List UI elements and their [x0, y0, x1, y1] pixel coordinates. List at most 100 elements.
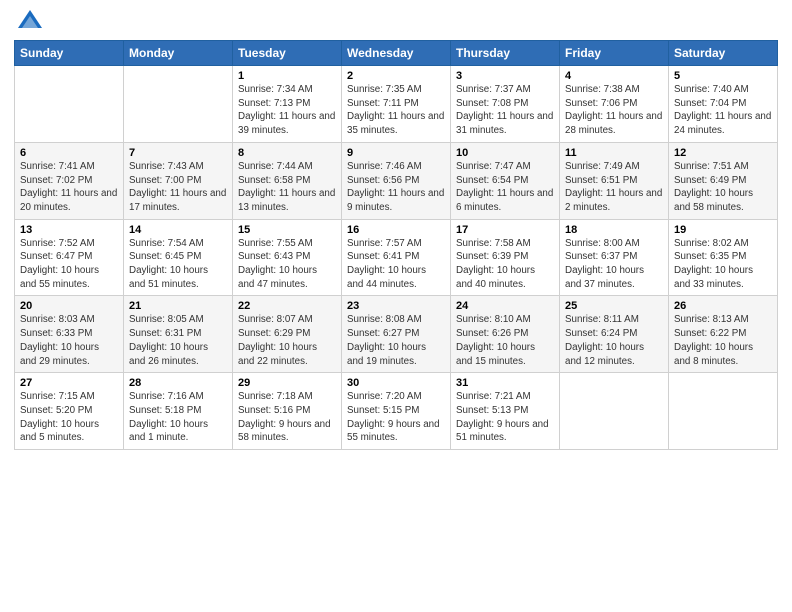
day-info: Sunrise: 7:54 AMSunset: 6:45 PMDaylight:… — [129, 237, 227, 292]
column-header-thursday: Thursday — [451, 41, 560, 66]
day-number: 6 — [20, 147, 118, 159]
day-cell: 3Sunrise: 7:37 AMSunset: 7:08 PMDaylight… — [451, 66, 560, 143]
day-info: Sunrise: 7:16 AMSunset: 5:18 PMDaylight:… — [129, 390, 227, 445]
day-info: Sunrise: 7:18 AMSunset: 5:16 PMDaylight:… — [238, 390, 336, 445]
day-number: 10 — [456, 147, 554, 159]
day-info: Sunrise: 7:20 AMSunset: 5:15 PMDaylight:… — [347, 390, 445, 445]
day-cell: 28Sunrise: 7:16 AMSunset: 5:18 PMDayligh… — [124, 373, 233, 450]
day-cell: 27Sunrise: 7:15 AMSunset: 5:20 PMDayligh… — [15, 373, 124, 450]
day-number: 28 — [129, 377, 227, 389]
day-cell: 13Sunrise: 7:52 AMSunset: 6:47 PMDayligh… — [15, 219, 124, 296]
column-header-wednesday: Wednesday — [342, 41, 451, 66]
day-info: Sunrise: 7:55 AMSunset: 6:43 PMDaylight:… — [238, 237, 336, 292]
day-cell: 15Sunrise: 7:55 AMSunset: 6:43 PMDayligh… — [233, 219, 342, 296]
calendar-header-row: SundayMondayTuesdayWednesdayThursdayFrid… — [15, 41, 778, 66]
day-info: Sunrise: 7:35 AMSunset: 7:11 PMDaylight:… — [347, 83, 445, 138]
day-info: Sunrise: 8:10 AMSunset: 6:26 PMDaylight:… — [456, 313, 554, 368]
day-cell: 20Sunrise: 8:03 AMSunset: 6:33 PMDayligh… — [15, 296, 124, 373]
day-cell: 29Sunrise: 7:18 AMSunset: 5:16 PMDayligh… — [233, 373, 342, 450]
day-cell: 5Sunrise: 7:40 AMSunset: 7:04 PMDaylight… — [669, 66, 778, 143]
day-number: 29 — [238, 377, 336, 389]
day-info: Sunrise: 7:47 AMSunset: 6:54 PMDaylight:… — [456, 160, 554, 215]
week-row-5: 27Sunrise: 7:15 AMSunset: 5:20 PMDayligh… — [15, 373, 778, 450]
day-number: 12 — [674, 147, 772, 159]
day-number: 26 — [674, 300, 772, 312]
day-cell — [669, 373, 778, 450]
day-info: Sunrise: 7:34 AMSunset: 7:13 PMDaylight:… — [238, 83, 336, 138]
day-number: 21 — [129, 300, 227, 312]
day-info: Sunrise: 8:11 AMSunset: 6:24 PMDaylight:… — [565, 313, 663, 368]
day-number: 17 — [456, 224, 554, 236]
day-number: 16 — [347, 224, 445, 236]
day-info: Sunrise: 7:43 AMSunset: 7:00 PMDaylight:… — [129, 160, 227, 215]
day-cell: 14Sunrise: 7:54 AMSunset: 6:45 PMDayligh… — [124, 219, 233, 296]
column-header-saturday: Saturday — [669, 41, 778, 66]
logo-icon — [16, 6, 44, 34]
day-cell — [15, 66, 124, 143]
day-cell: 31Sunrise: 7:21 AMSunset: 5:13 PMDayligh… — [451, 373, 560, 450]
day-info: Sunrise: 8:00 AMSunset: 6:37 PMDaylight:… — [565, 237, 663, 292]
page: SundayMondayTuesdayWednesdayThursdayFrid… — [0, 0, 792, 612]
day-info: Sunrise: 8:03 AMSunset: 6:33 PMDaylight:… — [20, 313, 118, 368]
day-info: Sunrise: 7:40 AMSunset: 7:04 PMDaylight:… — [674, 83, 772, 138]
day-number: 11 — [565, 147, 663, 159]
day-info: Sunrise: 8:13 AMSunset: 6:22 PMDaylight:… — [674, 313, 772, 368]
day-info: Sunrise: 8:05 AMSunset: 6:31 PMDaylight:… — [129, 313, 227, 368]
day-cell: 30Sunrise: 7:20 AMSunset: 5:15 PMDayligh… — [342, 373, 451, 450]
day-number: 31 — [456, 377, 554, 389]
day-cell: 23Sunrise: 8:08 AMSunset: 6:27 PMDayligh… — [342, 296, 451, 373]
day-cell: 10Sunrise: 7:47 AMSunset: 6:54 PMDayligh… — [451, 142, 560, 219]
day-cell: 18Sunrise: 8:00 AMSunset: 6:37 PMDayligh… — [560, 219, 669, 296]
day-info: Sunrise: 7:52 AMSunset: 6:47 PMDaylight:… — [20, 237, 118, 292]
day-cell: 9Sunrise: 7:46 AMSunset: 6:56 PMDaylight… — [342, 142, 451, 219]
day-info: Sunrise: 7:37 AMSunset: 7:08 PMDaylight:… — [456, 83, 554, 138]
day-info: Sunrise: 7:58 AMSunset: 6:39 PMDaylight:… — [456, 237, 554, 292]
day-number: 2 — [347, 70, 445, 82]
day-cell: 22Sunrise: 8:07 AMSunset: 6:29 PMDayligh… — [233, 296, 342, 373]
week-row-2: 6Sunrise: 7:41 AMSunset: 7:02 PMDaylight… — [15, 142, 778, 219]
day-number: 18 — [565, 224, 663, 236]
day-number: 24 — [456, 300, 554, 312]
day-number: 7 — [129, 147, 227, 159]
day-cell: 6Sunrise: 7:41 AMSunset: 7:02 PMDaylight… — [15, 142, 124, 219]
day-cell: 4Sunrise: 7:38 AMSunset: 7:06 PMDaylight… — [560, 66, 669, 143]
day-info: Sunrise: 7:44 AMSunset: 6:58 PMDaylight:… — [238, 160, 336, 215]
day-number: 27 — [20, 377, 118, 389]
day-cell: 21Sunrise: 8:05 AMSunset: 6:31 PMDayligh… — [124, 296, 233, 373]
day-cell: 8Sunrise: 7:44 AMSunset: 6:58 PMDaylight… — [233, 142, 342, 219]
day-number: 20 — [20, 300, 118, 312]
day-info: Sunrise: 7:49 AMSunset: 6:51 PMDaylight:… — [565, 160, 663, 215]
week-row-1: 1Sunrise: 7:34 AMSunset: 7:13 PMDaylight… — [15, 66, 778, 143]
day-info: Sunrise: 8:08 AMSunset: 6:27 PMDaylight:… — [347, 313, 445, 368]
day-info: Sunrise: 7:57 AMSunset: 6:41 PMDaylight:… — [347, 237, 445, 292]
day-number: 19 — [674, 224, 772, 236]
day-cell: 24Sunrise: 8:10 AMSunset: 6:26 PMDayligh… — [451, 296, 560, 373]
day-cell: 17Sunrise: 7:58 AMSunset: 6:39 PMDayligh… — [451, 219, 560, 296]
day-cell: 25Sunrise: 8:11 AMSunset: 6:24 PMDayligh… — [560, 296, 669, 373]
day-cell — [560, 373, 669, 450]
day-cell: 16Sunrise: 7:57 AMSunset: 6:41 PMDayligh… — [342, 219, 451, 296]
header — [14, 10, 778, 34]
day-number: 25 — [565, 300, 663, 312]
column-header-sunday: Sunday — [15, 41, 124, 66]
day-info: Sunrise: 7:38 AMSunset: 7:06 PMDaylight:… — [565, 83, 663, 138]
day-cell: 2Sunrise: 7:35 AMSunset: 7:11 PMDaylight… — [342, 66, 451, 143]
day-number: 3 — [456, 70, 554, 82]
day-number: 15 — [238, 224, 336, 236]
day-info: Sunrise: 7:41 AMSunset: 7:02 PMDaylight:… — [20, 160, 118, 215]
calendar-table: SundayMondayTuesdayWednesdayThursdayFrid… — [14, 40, 778, 450]
day-cell: 1Sunrise: 7:34 AMSunset: 7:13 PMDaylight… — [233, 66, 342, 143]
day-cell: 7Sunrise: 7:43 AMSunset: 7:00 PMDaylight… — [124, 142, 233, 219]
column-header-friday: Friday — [560, 41, 669, 66]
day-info: Sunrise: 7:51 AMSunset: 6:49 PMDaylight:… — [674, 160, 772, 215]
day-info: Sunrise: 7:15 AMSunset: 5:20 PMDaylight:… — [20, 390, 118, 445]
day-cell: 12Sunrise: 7:51 AMSunset: 6:49 PMDayligh… — [669, 142, 778, 219]
day-number: 14 — [129, 224, 227, 236]
week-row-3: 13Sunrise: 7:52 AMSunset: 6:47 PMDayligh… — [15, 219, 778, 296]
day-number: 23 — [347, 300, 445, 312]
day-cell: 19Sunrise: 8:02 AMSunset: 6:35 PMDayligh… — [669, 219, 778, 296]
day-info: Sunrise: 7:46 AMSunset: 6:56 PMDaylight:… — [347, 160, 445, 215]
day-info: Sunrise: 8:02 AMSunset: 6:35 PMDaylight:… — [674, 237, 772, 292]
day-cell — [124, 66, 233, 143]
day-number: 1 — [238, 70, 336, 82]
